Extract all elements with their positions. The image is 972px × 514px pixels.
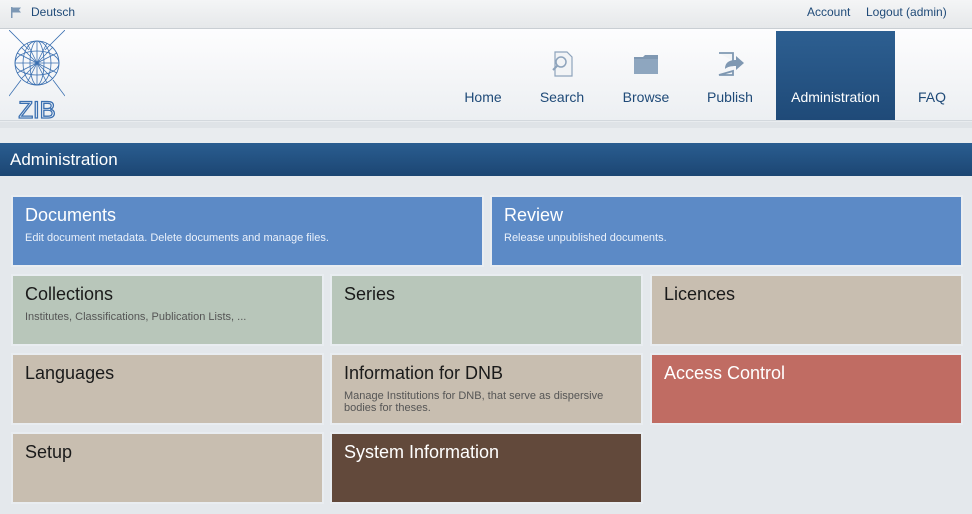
tile-languages[interactable]: Languages — [11, 353, 324, 425]
tile-dnb-title: Information for DNB — [344, 363, 504, 383]
tile-access-control-title: Access Control — [664, 363, 786, 383]
nav-administration-label: Administration — [791, 89, 880, 105]
tile-series[interactable]: Series — [330, 274, 643, 346]
tile-collections[interactable]: Collections Institutes, Classifications,… — [11, 274, 324, 346]
tile-review[interactable]: Review Release unpublished documents. — [490, 195, 963, 267]
language-switch[interactable]: Deutsch — [10, 5, 75, 19]
tile-documents-title: Documents — [25, 205, 117, 225]
nav-home-label: Home — [464, 89, 502, 105]
nav-browse[interactable]: Browse — [614, 31, 678, 120]
tile-collections-desc: Institutes, Classifications, Publication… — [25, 311, 247, 323]
tile-review-title: Review — [504, 205, 564, 225]
nav-faq-label: FAQ — [917, 89, 946, 105]
tile-collections-title: Collections — [25, 284, 114, 304]
zib-logo[interactable]: ZIB — [9, 30, 65, 120]
top-bar: Deutsch Account Logout (admin) — [0, 0, 972, 29]
flag-icon — [11, 7, 21, 18]
share-icon — [718, 52, 744, 76]
nav-faq[interactable]: FAQ — [908, 31, 956, 120]
tile-setup[interactable]: Setup — [11, 432, 324, 504]
tile-documents-desc: Edit document metadata. Delete documents… — [25, 232, 329, 244]
nav-administration[interactable]: Administration — [776, 31, 895, 120]
tile-dnb-desc: Manage Institutions for DNB, that serve … — [344, 390, 604, 414]
language-label: Deutsch — [31, 5, 76, 19]
tile-documents[interactable]: Documents Edit document metadata. Delete… — [11, 195, 484, 267]
header: ZIB Home Search Browse Publish Administr… — [0, 29, 972, 121]
nav-search[interactable]: Search — [532, 31, 592, 120]
tile-system-information[interactable]: System Information — [330, 432, 643, 504]
tile-languages-title: Languages — [25, 363, 115, 383]
nav-search-label: Search — [539, 89, 585, 105]
nav-browse-label: Browse — [622, 89, 670, 105]
tile-licences-title: Licences — [664, 284, 736, 304]
tile-series-title: Series — [344, 284, 396, 304]
tile-review-desc: Release unpublished documents. — [504, 232, 667, 244]
nav-home[interactable]: Home — [454, 31, 512, 120]
nav-publish[interactable]: Publish — [698, 31, 762, 120]
search-icon — [552, 51, 573, 77]
svg-text:ZIB: ZIB — [18, 97, 55, 120]
logout-link[interactable]: Logout (admin) — [866, 5, 947, 19]
folder-icon — [634, 55, 658, 74]
tile-setup-title: Setup — [25, 442, 73, 462]
account-link[interactable]: Account — [807, 5, 850, 19]
tile-licences[interactable]: Licences — [650, 274, 963, 346]
nav-publish-label: Publish — [707, 89, 753, 105]
tile-access-control[interactable]: Access Control — [650, 353, 963, 425]
page-title: Administration — [0, 143, 972, 176]
tile-dnb[interactable]: Information for DNB Manage Institutions … — [330, 353, 643, 425]
header-divider — [0, 122, 972, 128]
tile-system-information-title: System Information — [344, 442, 500, 462]
